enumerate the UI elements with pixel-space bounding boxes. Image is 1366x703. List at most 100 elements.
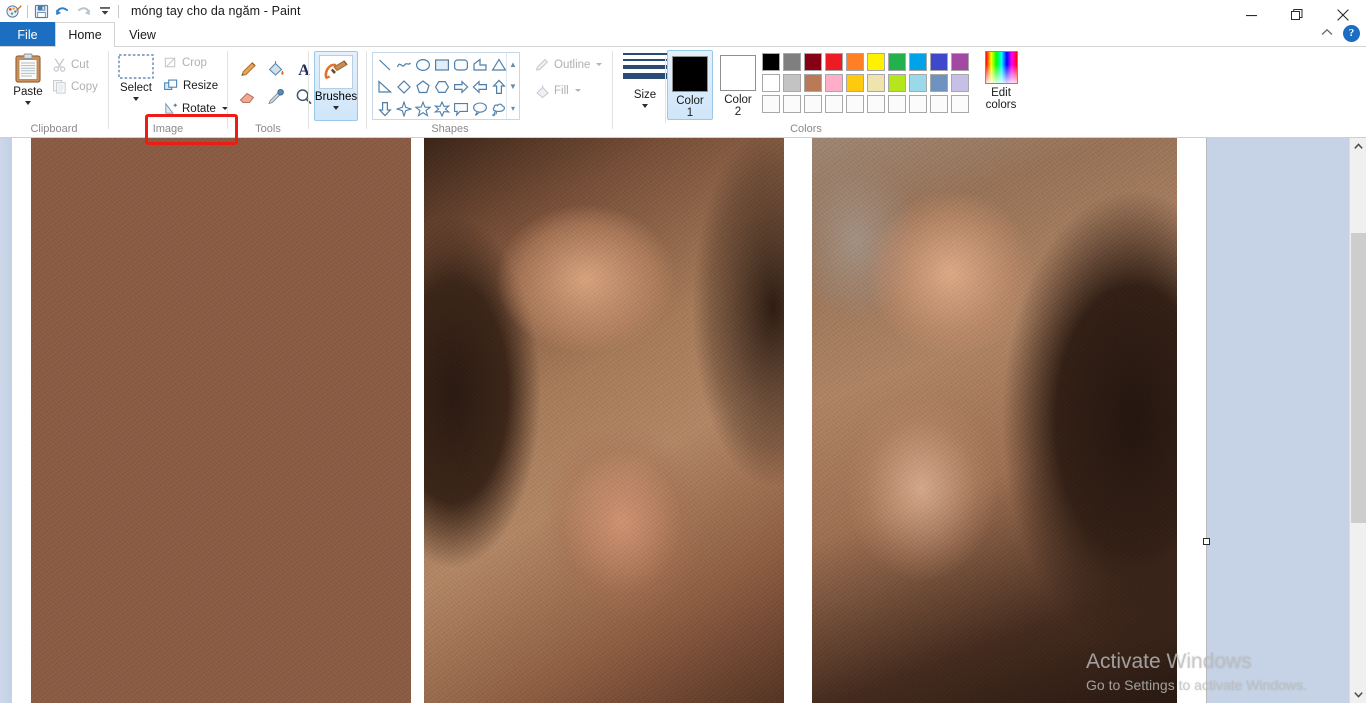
resize-button[interactable]: Resize [161,76,220,95]
shapes-expand-icon[interactable]: ▾ [507,97,519,119]
photo-panel-left[interactable] [31,138,411,703]
paste-button[interactable]: Paste [8,53,48,105]
shapes-scroll-down-icon[interactable]: ▼ [507,75,519,97]
color-swatch[interactable] [762,95,780,113]
color-swatch[interactable] [783,74,801,92]
cut-button-label: Cut [71,58,89,71]
color-swatch[interactable] [909,74,927,92]
color-swatch[interactable] [951,95,969,113]
brushes-caret-icon[interactable] [333,106,339,110]
save-icon[interactable] [31,1,52,21]
outline-button[interactable]: Outline [532,55,604,74]
color-swatch[interactable] [783,53,801,71]
color-swatch[interactable] [825,95,843,113]
color-1-button[interactable]: Color 1 [667,50,713,120]
color-swatch[interactable] [783,95,801,113]
color-swatch[interactable] [888,53,906,71]
color-picker-tool[interactable] [262,83,290,111]
shapes-scroll-buttons[interactable]: ▲ ▼ ▾ [506,53,519,119]
paste-caret-icon[interactable] [25,101,31,105]
shape-hexagon[interactable] [432,76,452,97]
group-label-image: Image [152,123,184,135]
select-button[interactable]: Select [113,53,159,101]
shape-left-arrow[interactable] [470,76,490,97]
undo-icon[interactable] [52,1,73,21]
customize-quick-access-icon[interactable] [94,1,115,21]
vertical-scrollbar[interactable] [1349,138,1366,703]
shape-pentagon[interactable] [413,76,433,97]
photo-panel-center[interactable] [424,138,784,703]
tab-home[interactable]: Home [55,22,115,48]
color-swatch[interactable] [825,53,843,71]
color-swatch[interactable] [930,53,948,71]
shape-curve[interactable] [394,54,414,75]
color-swatch[interactable] [951,74,969,92]
color-swatch[interactable] [846,53,864,71]
color-swatch[interactable] [804,74,822,92]
color-swatch[interactable] [951,53,969,71]
fill-button[interactable]: Fill [532,81,583,100]
color-swatch[interactable] [867,95,885,113]
brushes-button[interactable]: Brushes [314,51,358,121]
tab-view[interactable]: View [115,22,170,47]
color-2-button[interactable]: Color 2 [715,50,761,120]
scroll-down-arrow-icon[interactable] [1350,686,1366,703]
fill-caret-icon[interactable] [574,89,581,92]
photo-panel-right[interactable] [812,138,1177,703]
color-swatch[interactable] [909,53,927,71]
color-swatch[interactable] [825,74,843,92]
color-swatch[interactable] [762,53,780,71]
color-swatch[interactable] [888,95,906,113]
scroll-up-arrow-icon[interactable] [1350,138,1366,155]
shape-diamond[interactable] [394,76,414,97]
shape-four-point-star[interactable] [394,98,414,119]
color-swatch[interactable] [867,74,885,92]
color-swatch[interactable] [930,95,948,113]
color-swatch[interactable] [762,74,780,92]
rotate-button-label: Rotate [182,102,216,115]
shape-line[interactable] [375,54,395,75]
fill-tool[interactable] [262,55,290,83]
shape-rounded-rectangle[interactable] [451,54,471,75]
outline-caret-icon[interactable] [596,63,603,66]
shape-oval-callout[interactable] [470,98,490,119]
cut-button[interactable]: Cut [50,55,91,74]
color-swatch[interactable] [846,74,864,92]
edit-colors-button[interactable]: Edit colors [978,51,1024,111]
select-caret-icon[interactable] [133,97,139,101]
color-swatch[interactable] [867,53,885,71]
shape-oval[interactable] [413,54,433,75]
scrollbar-thumb[interactable] [1351,233,1366,523]
tab-file[interactable]: File [0,22,55,47]
color-swatch[interactable] [888,74,906,92]
shape-right-triangle[interactable] [375,76,395,97]
eraser-tool[interactable] [234,83,262,111]
color-swatch[interactable] [846,95,864,113]
color-palette[interactable] [762,53,972,117]
collapse-ribbon-icon[interactable] [1321,24,1333,42]
pencil-tool[interactable] [234,55,262,83]
size-button[interactable]: Size [621,53,669,108]
shapes-gallery[interactable]: ▲ ▼ ▾ [372,52,520,120]
shape-right-arrow[interactable] [451,76,471,97]
color-swatch[interactable] [909,95,927,113]
canvas-work-area[interactable]: Activate Windows Go to Settings to activ… [0,138,1366,703]
canvas-sheet[interactable] [12,138,1207,703]
shapes-scroll-up-icon[interactable]: ▲ [507,53,519,75]
shape-rounded-rectangular-callout[interactable] [451,98,471,119]
rotate-button[interactable]: Rotate [161,99,230,118]
color-swatch[interactable] [804,95,822,113]
color-swatch[interactable] [930,74,948,92]
canvas-resize-handle[interactable] [1203,538,1210,545]
shape-six-point-star[interactable] [432,98,452,119]
help-button[interactable]: ? [1343,24,1360,42]
size-caret-icon[interactable] [642,104,648,108]
color-swatch[interactable] [804,53,822,71]
shape-five-point-star[interactable] [413,98,433,119]
shape-rectangle[interactable] [432,54,452,75]
shape-polygon[interactable] [470,54,490,75]
paint-logo-icon[interactable] [3,1,24,21]
shape-down-arrow[interactable] [375,98,395,119]
copy-button[interactable]: Copy [50,77,100,96]
crop-button[interactable]: Crop [161,53,209,72]
